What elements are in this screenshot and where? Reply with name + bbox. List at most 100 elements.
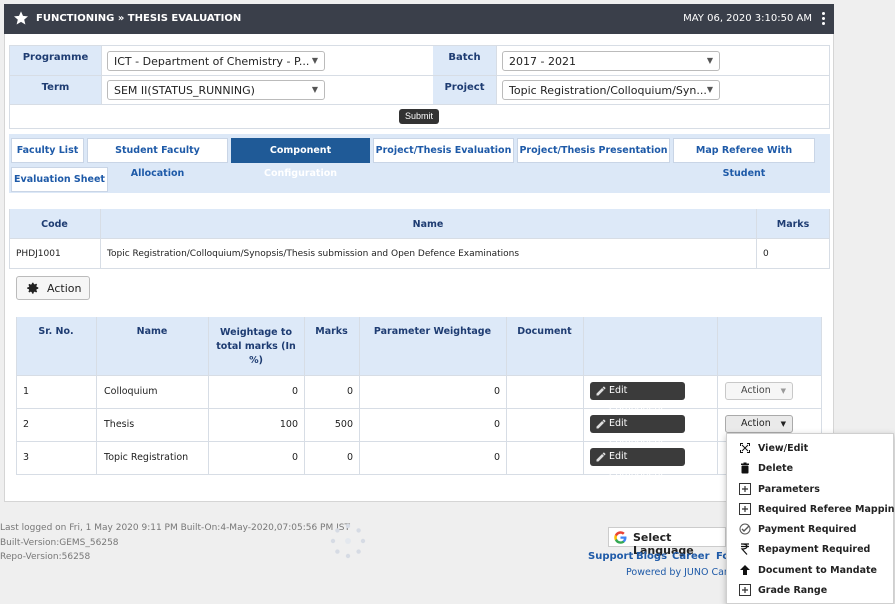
chevron-down-icon: ▼ xyxy=(780,387,786,395)
row-marks: 0 xyxy=(346,386,353,397)
programme-select[interactable]: ICT - Department of Chemistry - P... ▼ xyxy=(107,51,325,71)
row-action-select-open[interactable]: Action ▼ xyxy=(725,415,793,433)
built-version-text: Built-Version:GEMS_56258 xyxy=(0,537,119,548)
menu-item-label: Required Referee Mapping xyxy=(758,504,895,515)
row-weightage: 0 xyxy=(291,452,298,463)
term-label: Term xyxy=(10,76,102,104)
edit-component-button[interactable]: Edit Component xyxy=(590,448,685,480)
row-action-label: Action xyxy=(741,385,771,396)
menu-item-label: View/Edit xyxy=(758,443,809,454)
tab-project-thesis-evaluation[interactable]: Project/Thesis Evaluation xyxy=(373,138,514,163)
loading-spinner-icon xyxy=(330,523,366,559)
col-header-name: Name xyxy=(136,326,168,337)
pencil-icon xyxy=(596,419,606,429)
menu-item-label: Parameters xyxy=(758,484,820,495)
kebab-menu-icon[interactable] xyxy=(822,12,826,26)
edit-component-button[interactable]: Edit Component xyxy=(590,382,685,414)
programme-label: Programme xyxy=(10,46,102,75)
star-icon[interactable] xyxy=(13,10,29,26)
menu-item-document-to-mandate[interactable]: Document to Mandate xyxy=(727,561,895,581)
page-header: FUNCTIONING » THESIS EVALUATION MAY 06, … xyxy=(4,4,834,34)
menu-item-label: Document to Mandate xyxy=(758,565,877,576)
select-language-button[interactable]: Select Language xyxy=(608,527,726,557)
col-header-weightage: Weightage to total marks (In %) xyxy=(216,327,296,366)
row-parameter-weightage: 0 xyxy=(493,386,500,397)
summary-name: Topic Registration/Colloquium/Synopsis/T… xyxy=(107,249,520,259)
footer-link-support[interactable]: Support xyxy=(588,551,633,562)
row-sr: 1 xyxy=(23,386,30,397)
header-datetime: MAY 06, 2020 3:10:50 AM xyxy=(683,13,812,24)
action-button-label: Action xyxy=(47,282,82,295)
batch-select[interactable]: 2017 - 2021 ▼ xyxy=(502,51,720,71)
tab-project-thesis-presentation[interactable]: Project/Thesis Presentation xyxy=(517,138,670,163)
menu-item-required-referee-mapping[interactable]: Required Referee Mapping xyxy=(727,500,895,520)
menu-item-label: Grade Range xyxy=(758,585,828,596)
powered-by-text: Powered by JUNO Can xyxy=(626,567,730,578)
google-logo-icon xyxy=(614,531,627,544)
plus-box-icon xyxy=(739,483,751,495)
row-action-label: Action xyxy=(741,418,771,429)
plus-box-icon xyxy=(739,503,751,515)
footer-link-blogs[interactable]: Blogs xyxy=(636,551,667,562)
tab-component-configuration[interactable]: Component Configuration xyxy=(231,138,370,179)
row-weightage: 100 xyxy=(279,419,298,430)
row-sr: 3 xyxy=(23,452,30,463)
last-logged-text: Last logged on Fri, 1 May 2020 9:11 PM B… xyxy=(0,523,350,533)
menu-item-label: Repayment Required xyxy=(758,544,871,555)
edit-component-label: Edit Component xyxy=(609,385,665,414)
summary-marks: 0 xyxy=(763,249,769,259)
tab-faculty-list[interactable]: Faculty List xyxy=(11,138,84,163)
term-select[interactable]: SEM II(STATUS_RUNNING) ▼ xyxy=(107,80,325,100)
batch-label: Batch xyxy=(433,46,497,75)
menu-item-view-edit[interactable]: View/Edit xyxy=(727,439,895,459)
row-marks: 0 xyxy=(346,452,353,463)
footer-link-career[interactable]: Career xyxy=(672,551,710,562)
check-circle-icon xyxy=(739,523,751,535)
row-name: Thesis xyxy=(104,419,135,430)
menu-item-payment-required[interactable]: Payment Required xyxy=(727,520,895,540)
batch-select-value: 2017 - 2021 xyxy=(509,55,576,68)
page-title: FUNCTIONING » THESIS EVALUATION xyxy=(36,13,242,24)
footer-info: Last logged on Fri, 1 May 2020 9:11 PM B… xyxy=(0,521,350,565)
tab-student-faculty-allocation[interactable]: Student Faculty Allocation xyxy=(87,138,228,179)
project-select-value: Topic Registration/Colloquium/Syn... xyxy=(509,84,707,97)
chevron-down-icon: ▼ xyxy=(706,56,713,65)
col-header-sr: Sr. No. xyxy=(38,326,74,337)
col-header-parameter-weightage: Parameter Weightage xyxy=(373,326,492,337)
row-name: Colloquium xyxy=(104,386,158,397)
chevron-down-icon: ▼ xyxy=(780,420,786,428)
chevron-down-icon: ▼ xyxy=(311,85,318,94)
project-select[interactable]: Topic Registration/Colloquium/Syn... ▼ xyxy=(502,80,720,100)
gear-icon xyxy=(27,282,39,294)
arrow-up-icon xyxy=(740,565,750,575)
summary-name-header: Name xyxy=(412,219,444,230)
edit-component-label: Edit Component xyxy=(609,418,665,447)
edit-component-button[interactable]: Edit Component xyxy=(590,415,685,447)
action-dropdown-menu: View/Edit Delete Parameters Required Ref… xyxy=(726,433,895,604)
menu-item-label: Delete xyxy=(758,463,794,474)
submit-button[interactable]: Submit xyxy=(399,109,439,124)
row-name: Topic Registration xyxy=(104,452,189,463)
col-header-marks: Marks xyxy=(315,326,348,337)
row-marks: 500 xyxy=(334,419,353,430)
tab-evaluation-sheet[interactable]: Evaluation Sheet xyxy=(11,167,108,192)
term-select-value: SEM II(STATUS_RUNNING) xyxy=(114,84,255,97)
tab-map-referee-with-student[interactable]: Map Referee With Student xyxy=(673,138,815,179)
summary-code-header: Code xyxy=(41,219,68,230)
action-button[interactable]: Action xyxy=(16,276,90,300)
summary-code: PHDJ1001 xyxy=(16,249,61,259)
chevron-down-icon: ▼ xyxy=(311,56,318,65)
expand-icon xyxy=(740,443,750,453)
trash-icon xyxy=(741,462,749,474)
row-parameter-weightage: 0 xyxy=(493,452,500,463)
row-action-select[interactable]: Action ▼ xyxy=(725,382,793,400)
pencil-icon xyxy=(596,386,606,396)
menu-item-grade-range[interactable]: Grade Range xyxy=(727,581,895,601)
menu-item-parameters[interactable]: Parameters xyxy=(727,480,895,500)
menu-item-repayment-required[interactable]: Repayment Required xyxy=(727,540,895,560)
programme-select-value: ICT - Department of Chemistry - P... xyxy=(114,55,310,68)
pencil-icon xyxy=(596,452,606,462)
summary-marks-header: Marks xyxy=(776,219,810,230)
menu-item-delete[interactable]: Delete xyxy=(727,459,895,479)
filter-divider xyxy=(9,104,830,105)
